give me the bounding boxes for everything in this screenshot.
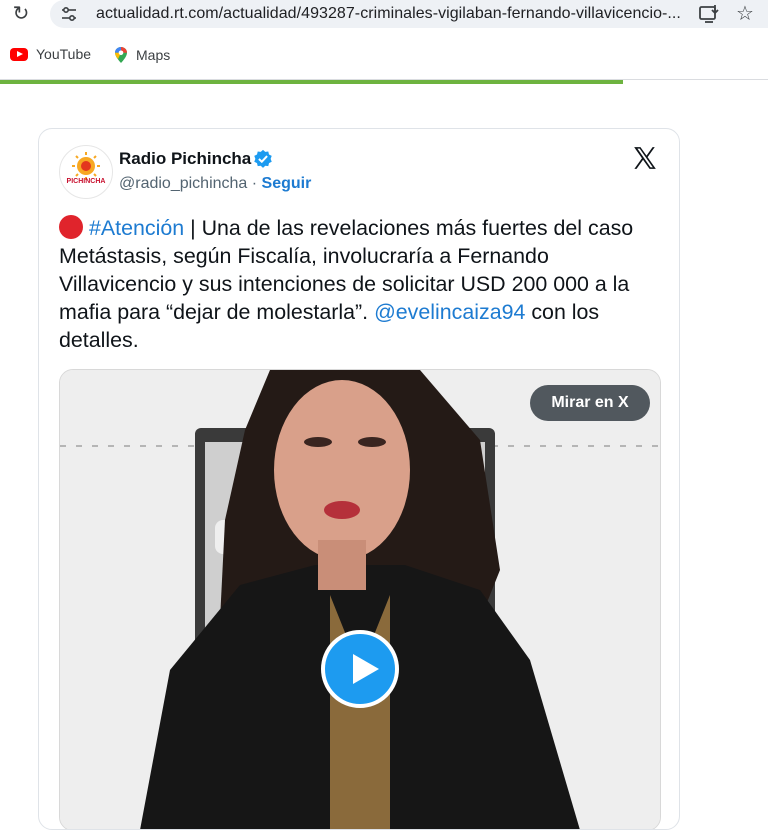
video-player[interactable]: Mirar en X	[59, 369, 661, 829]
bookmark-maps[interactable]: Maps	[114, 46, 170, 64]
red-circle-icon	[59, 215, 83, 239]
hashtag-link[interactable]: #Atención	[89, 216, 184, 240]
bookmarks-bar: YouTube Maps	[0, 40, 768, 72]
url-text[interactable]: actualidad.rt.com/actualidad/493287-crim…	[96, 5, 681, 23]
install-app-icon[interactable]	[698, 3, 720, 25]
site-settings-icon[interactable]	[60, 5, 78, 23]
reload-icon[interactable]: ↻	[10, 2, 32, 24]
handle-row: @radio_pichincha · Seguir	[119, 175, 311, 193]
verified-badge-icon	[254, 149, 272, 168]
bookmark-label: YouTube	[36, 46, 92, 62]
bookmark-youtube[interactable]: YouTube	[10, 46, 91, 62]
video-thumbnail	[60, 370, 660, 829]
address-bar-row: ↻ actualidad.rt.com/actualidad/493287-cr…	[0, 0, 768, 30]
bookmark-label: Maps	[136, 47, 171, 63]
mention-link[interactable]: @evelincaiza94	[374, 300, 525, 324]
watch-on-x-button[interactable]: Mirar en X	[530, 385, 650, 421]
avatar[interactable]: PICHINCHA	[59, 145, 113, 199]
author-handle[interactable]: @radio_pichincha	[119, 175, 247, 192]
separator: ·	[247, 175, 262, 192]
radio-pichincha-logo	[72, 152, 100, 180]
avatar-logo-text: PICHINCHA	[66, 178, 106, 185]
author-name[interactable]: Radio Pichincha	[119, 149, 251, 169]
x-logo-icon[interactable]	[632, 145, 658, 171]
tweet-text: #Atención | Una de las revelaciones más …	[59, 214, 659, 354]
page-load-progress-bar	[0, 80, 623, 84]
bookmark-star-icon[interactable]: ☆	[736, 1, 754, 25]
maps-icon	[115, 47, 127, 63]
youtube-icon	[10, 47, 28, 61]
play-button-icon[interactable]	[321, 630, 399, 708]
omnibox[interactable]: actualidad.rt.com/actualidad/493287-crim…	[50, 0, 768, 28]
follow-button[interactable]: Seguir	[262, 175, 312, 192]
tweet-embed-card[interactable]: PICHINCHA Radio Pichincha @radio_pichinc…	[38, 128, 680, 830]
